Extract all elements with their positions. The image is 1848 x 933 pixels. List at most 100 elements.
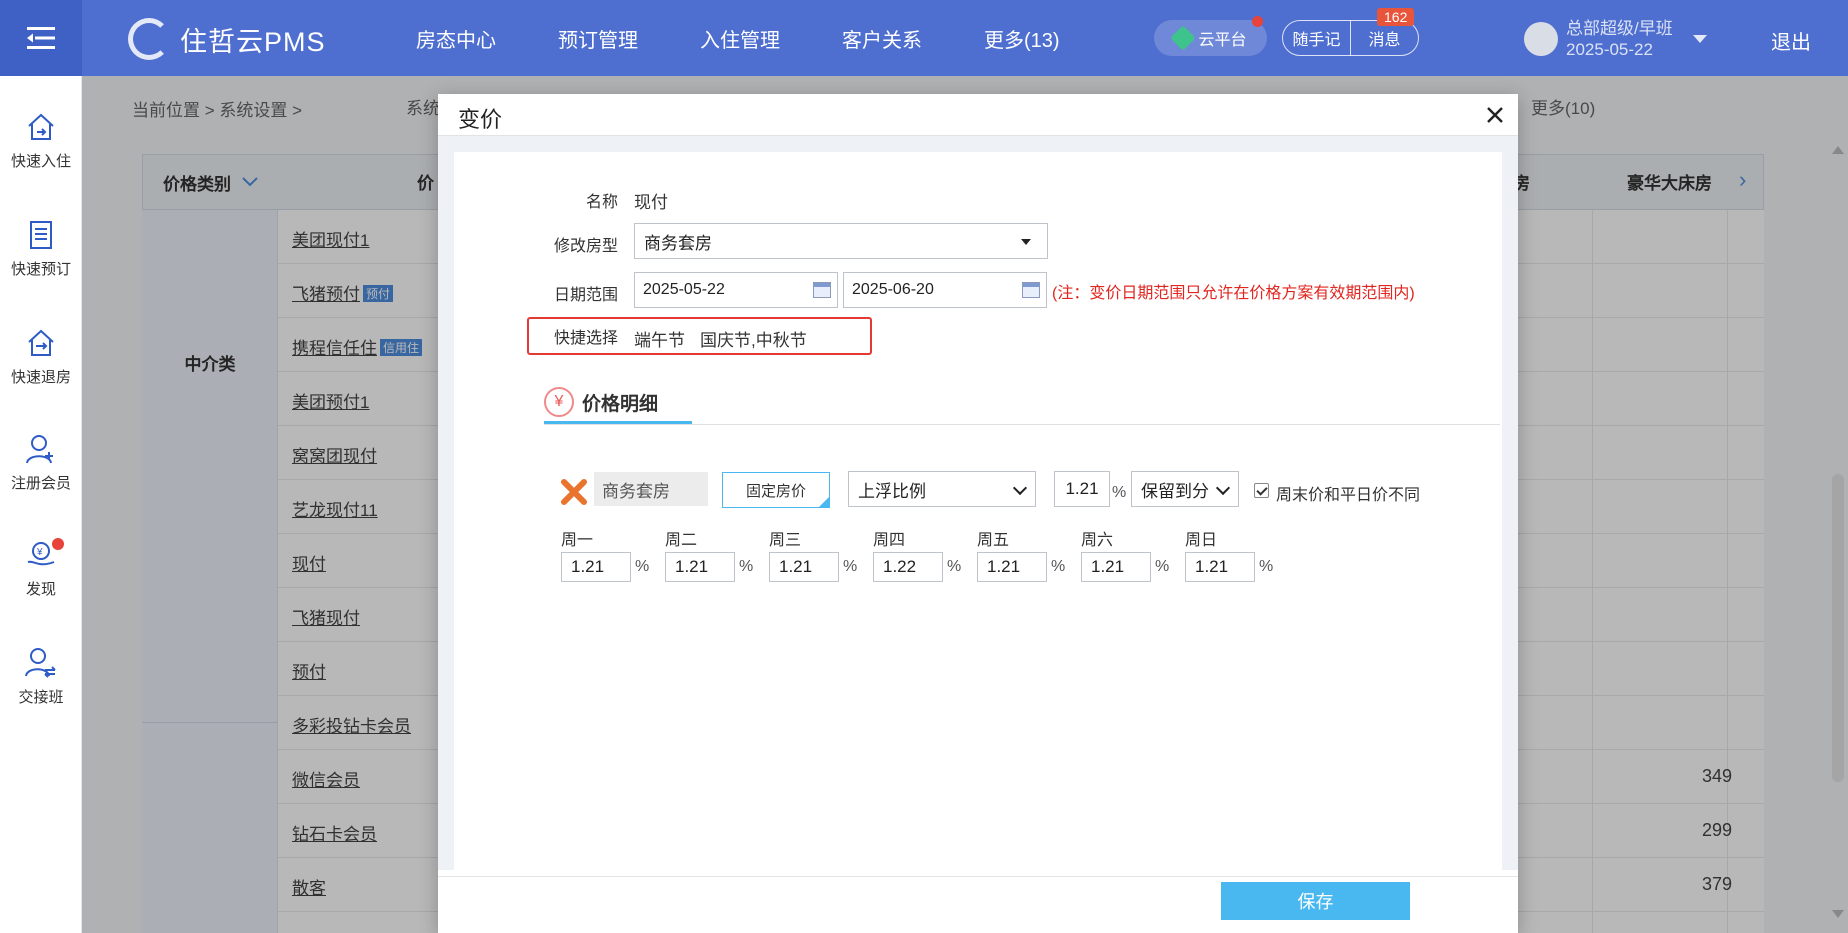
start-date-input[interactable]: 2025-05-22 — [634, 272, 838, 308]
day-label-sun: 周日 — [1185, 532, 1218, 549]
caret-down-icon — [1692, 35, 1707, 43]
rounding-select[interactable]: 保留到分 — [1131, 471, 1239, 507]
avatar — [1524, 22, 1558, 56]
notes-button[interactable]: 随手记 — [1283, 26, 1350, 50]
day-label-thu: 周四 — [873, 532, 906, 549]
name-value: 现付 — [634, 193, 668, 212]
app-logo: 住哲云PMS — [128, 18, 326, 60]
logo-icon — [128, 18, 170, 60]
percent-sign: % — [947, 558, 962, 575]
calendar-icon[interactable] — [813, 282, 831, 298]
detail-room-type: 商务套房 — [594, 472, 708, 506]
user-role: 总部超级/早班 — [1566, 19, 1673, 38]
delete-icon[interactable] — [560, 478, 588, 506]
room-type-value: 商务套房 — [644, 233, 712, 253]
messages-button[interactable]: 消息 — [1351, 26, 1418, 50]
day-input-mon[interactable]: 1.21 — [561, 552, 631, 582]
main-nav: 房态中心 预订管理 入住管理 客户关系 更多(13) — [416, 0, 1122, 76]
scrollbar-thumb[interactable] — [1832, 474, 1844, 782]
sidebar-item-quick-booking[interactable]: 快速预订 — [0, 218, 82, 279]
user-exchange-icon — [25, 648, 56, 678]
rounding-value: 保留到分 — [1141, 481, 1209, 501]
home-out-icon — [28, 329, 54, 356]
date-range-note: (注：变价日期范围只允许在价格方案有效期范围内) — [1052, 285, 1415, 302]
top-bar: 住哲云PMS 房态中心 预订管理 入住管理 客户关系 更多(13) 云平台 随手… — [0, 0, 1848, 76]
message-count-badge: 162 — [1377, 8, 1415, 26]
room-type-select[interactable]: 商务套房 — [634, 223, 1048, 259]
page-scrollbar[interactable] — [1828, 140, 1848, 933]
calendar-icon[interactable] — [1022, 282, 1040, 298]
nav-crm[interactable]: 客户关系 — [842, 24, 922, 53]
day-input-tue[interactable]: 1.21 — [665, 552, 735, 582]
user-date: 2025-05-22 — [1566, 40, 1653, 59]
sidebar-label: 发现 — [25, 581, 56, 598]
quick-option-national-midautumn[interactable]: 国庆节,中秋节 — [700, 326, 807, 351]
corner-marker — [819, 497, 829, 507]
nav-checkin[interactable]: 入住管理 — [700, 24, 780, 53]
quick-option-dragon-boat[interactable]: 端午节 — [634, 326, 685, 351]
day-input-fri[interactable]: 1.21 — [977, 552, 1047, 582]
quick-select-label: 快捷选择 — [553, 330, 618, 347]
cube-icon — [1170, 25, 1197, 51]
percent-sign: % — [843, 558, 858, 575]
sidebar-item-shift-handover[interactable]: 交接班 — [0, 646, 82, 707]
percent-sign: % — [1112, 484, 1127, 501]
day-input-sat[interactable]: 1.21 — [1081, 552, 1151, 582]
sidebar-label: 交接班 — [18, 689, 64, 706]
sidebar-item-quick-checkout[interactable]: 快速退房 — [0, 326, 82, 387]
scroll-up-icon[interactable] — [1832, 146, 1844, 154]
add-user-icon — [26, 435, 53, 464]
left-sidebar: 快速入住 快速预订 快速退房 注册会员 ¥ 发现 交接班 — [0, 76, 82, 933]
percent-sign: % — [739, 558, 754, 575]
tab-label: 价格明细 — [582, 393, 659, 415]
name-label: 名称 — [585, 194, 618, 211]
cloud-platform-button[interactable]: 云平台 — [1154, 16, 1267, 56]
tab-price-detail[interactable]: ¥ 价格明细 — [544, 380, 658, 424]
sidebar-label: 注册会员 — [10, 475, 71, 492]
user-info: 总部超级/早班 2025-05-22 — [1566, 18, 1673, 60]
weekend-diff-label: 周末价和平日价不同 — [1276, 487, 1421, 504]
nav-room-status[interactable]: 房态中心 — [416, 24, 496, 53]
app-name: 住哲云PMS — [180, 26, 326, 57]
weekend-diff-checkbox[interactable] — [1254, 483, 1269, 498]
menu-icon — [27, 27, 55, 49]
close-icon[interactable] — [1484, 104, 1506, 126]
dialog-title: 变价 — [458, 107, 503, 132]
notification-dot — [1252, 16, 1263, 27]
end-date-value: 2025-06-20 — [852, 281, 934, 298]
yen-icon: ¥ — [544, 387, 574, 417]
change-price-dialog: 变价 保存 — [438, 94, 1518, 933]
svg-text:¥: ¥ — [36, 547, 43, 558]
adjust-mode-value: 上浮比例 — [858, 481, 926, 501]
scroll-down-icon[interactable] — [1832, 910, 1844, 918]
notification-dot — [52, 538, 64, 550]
chevron-down-icon — [1012, 480, 1028, 496]
menu-toggle-button[interactable] — [0, 0, 82, 76]
day-label-sat: 周六 — [1081, 532, 1114, 549]
date-range-label: 日期范围 — [553, 287, 618, 304]
sidebar-item-register-member[interactable]: 注册会员 — [0, 432, 82, 493]
user-menu[interactable]: 总部超级/早班 2025-05-22 — [1524, 18, 1707, 60]
ratio-input[interactable]: 1.21 — [1054, 471, 1110, 507]
dialog-header: 变价 — [438, 94, 1518, 136]
nav-reservation[interactable]: 预订管理 — [558, 24, 638, 53]
day-input-wed[interactable]: 1.21 — [769, 552, 839, 582]
day-input-thu[interactable]: 1.22 — [873, 552, 943, 582]
chevron-down-icon — [1215, 480, 1231, 496]
save-button[interactable]: 保存 — [1221, 882, 1410, 920]
day-input-sun[interactable]: 1.21 — [1185, 552, 1255, 582]
nav-more[interactable]: 更多(13) — [984, 24, 1060, 53]
end-date-input[interactable]: 2025-06-20 — [843, 272, 1047, 308]
room-type-label: 修改房型 — [553, 238, 618, 255]
fixed-price-label: 固定房价 — [745, 482, 806, 500]
adjust-mode-select[interactable]: 上浮比例 — [848, 471, 1036, 507]
sidebar-label: 快速入住 — [10, 153, 71, 170]
logout-button[interactable]: 退出 — [1771, 26, 1811, 55]
dialog-footer: 保存 — [438, 876, 1518, 933]
percent-sign: % — [1155, 558, 1170, 575]
divider — [544, 424, 1500, 425]
sidebar-item-discover[interactable]: ¥ 发现 — [0, 538, 82, 599]
sidebar-item-quick-checkin[interactable]: 快速入住 — [0, 110, 82, 171]
document-icon — [30, 221, 52, 249]
fixed-price-button[interactable]: 固定房价 — [722, 472, 830, 508]
